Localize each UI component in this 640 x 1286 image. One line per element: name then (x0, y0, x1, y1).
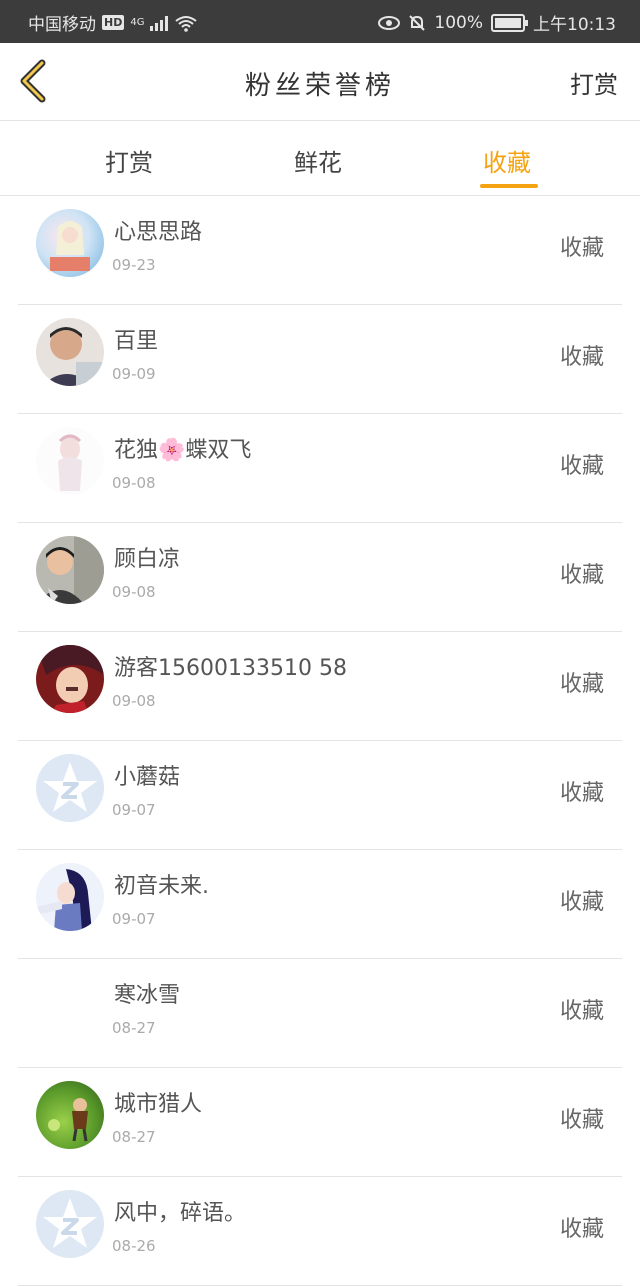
fan-date: 08-26 (112, 1237, 156, 1255)
signal-icon (150, 15, 169, 31)
fan-date: 09-23 (112, 256, 156, 274)
default-star-icon (43, 762, 97, 812)
avatar (36, 536, 104, 604)
battery-icon (491, 13, 528, 32)
app-header: 粉丝荣誉榜 打赏 (0, 43, 640, 121)
fan-action: 收藏 (559, 236, 604, 261)
avatar (36, 427, 104, 495)
fan-name: 城市猎人 (114, 1092, 203, 1117)
avatar (36, 318, 104, 386)
fan-date: 09-09 (112, 365, 156, 383)
fan-action: 收藏 (559, 781, 604, 806)
tab-reward[interactable]: 打赏 (105, 143, 153, 178)
status-right: 100% 上午10:13 (378, 10, 616, 35)
avatar (36, 1081, 104, 1149)
list-item[interactable]: 游客15600133510 58 09-08 收藏 (18, 632, 622, 741)
fan-action: 收藏 (559, 999, 604, 1024)
eye-icon (378, 15, 401, 30)
fan-action: 收藏 (559, 345, 604, 370)
fan-date: 09-07 (112, 801, 156, 819)
status-left: 中国移动 HD 4G (28, 10, 198, 35)
fan-name: 心思思路 (114, 220, 203, 245)
fan-name: 百里 (114, 329, 159, 354)
avatar (36, 972, 104, 1040)
avatar (36, 209, 104, 277)
battery-percent: 100% (434, 12, 483, 33)
list-item[interactable]: 顾白凉 09-08 收藏 (18, 523, 622, 632)
list-item[interactable]: 小蘑菇 09-07 收藏 (18, 741, 622, 850)
list-item[interactable]: 寒冰雪 08-27 收藏 (18, 959, 622, 1068)
fan-name: 寒冰雪 (114, 983, 181, 1008)
fan-date: 08-27 (112, 1019, 156, 1037)
fan-date: 09-07 (112, 910, 156, 928)
tab-favorites[interactable]: 收藏 (483, 143, 531, 178)
wifi-icon (175, 15, 198, 32)
carrier-name: 中国移动 (28, 15, 96, 35)
fan-date: 09-08 (112, 692, 156, 710)
fan-name: 小蘑菇 (114, 765, 181, 790)
status-bar: 中国移动 HD 4G 100% 上午10:13 (0, 0, 640, 43)
tab-flowers[interactable]: 鲜花 (294, 143, 342, 178)
fan-date: 09-08 (112, 583, 156, 601)
fan-list: 心思思路 09-23 收藏 百里 09-09 收藏 花独🌸蝶双飞 09-08 收… (0, 196, 640, 1286)
fan-action: 收藏 (559, 890, 604, 915)
fan-action: 收藏 (559, 672, 604, 697)
list-item[interactable]: 风中，碎语。 08-26 收藏 (18, 1177, 622, 1286)
fan-name: 初音未来. (114, 874, 209, 899)
default-star-icon (43, 1198, 97, 1248)
fan-name: 风中，碎语。 (114, 1201, 247, 1226)
fan-date: 09-08 (112, 474, 156, 492)
fan-action: 收藏 (559, 1108, 604, 1133)
avatar (36, 863, 104, 931)
list-item[interactable]: 城市猎人 08-27 收藏 (18, 1068, 622, 1177)
fan-name: 花独🌸蝶双飞 (114, 438, 252, 463)
avatar (36, 1190, 104, 1258)
avatar (36, 645, 104, 713)
fan-name: 游客15600133510 58 (114, 656, 347, 681)
fan-action: 收藏 (559, 1217, 604, 1242)
list-item[interactable]: 初音未来. 09-07 收藏 (18, 850, 622, 959)
list-item[interactable]: 心思思路 09-23 收藏 (18, 196, 622, 305)
network-type: 4G (130, 17, 145, 28)
fan-action: 收藏 (559, 454, 604, 479)
reward-button[interactable]: 打赏 (570, 65, 618, 100)
fan-name: 顾白凉 (114, 547, 181, 572)
fan-date: 08-27 (112, 1128, 156, 1146)
fan-action: 收藏 (559, 563, 604, 588)
clock: 上午10:13 (533, 15, 616, 35)
list-item[interactable]: 百里 09-09 收藏 (18, 305, 622, 414)
tab-bar: 打赏 鲜花 收藏 (0, 121, 640, 196)
page-title: 粉丝荣誉榜 (244, 71, 395, 101)
avatar (36, 754, 104, 822)
mute-bell-icon (409, 14, 426, 31)
hd-badge: HD (102, 15, 125, 30)
list-item[interactable]: 花独🌸蝶双飞 09-08 收藏 (18, 414, 622, 523)
active-tab-indicator (480, 184, 538, 188)
